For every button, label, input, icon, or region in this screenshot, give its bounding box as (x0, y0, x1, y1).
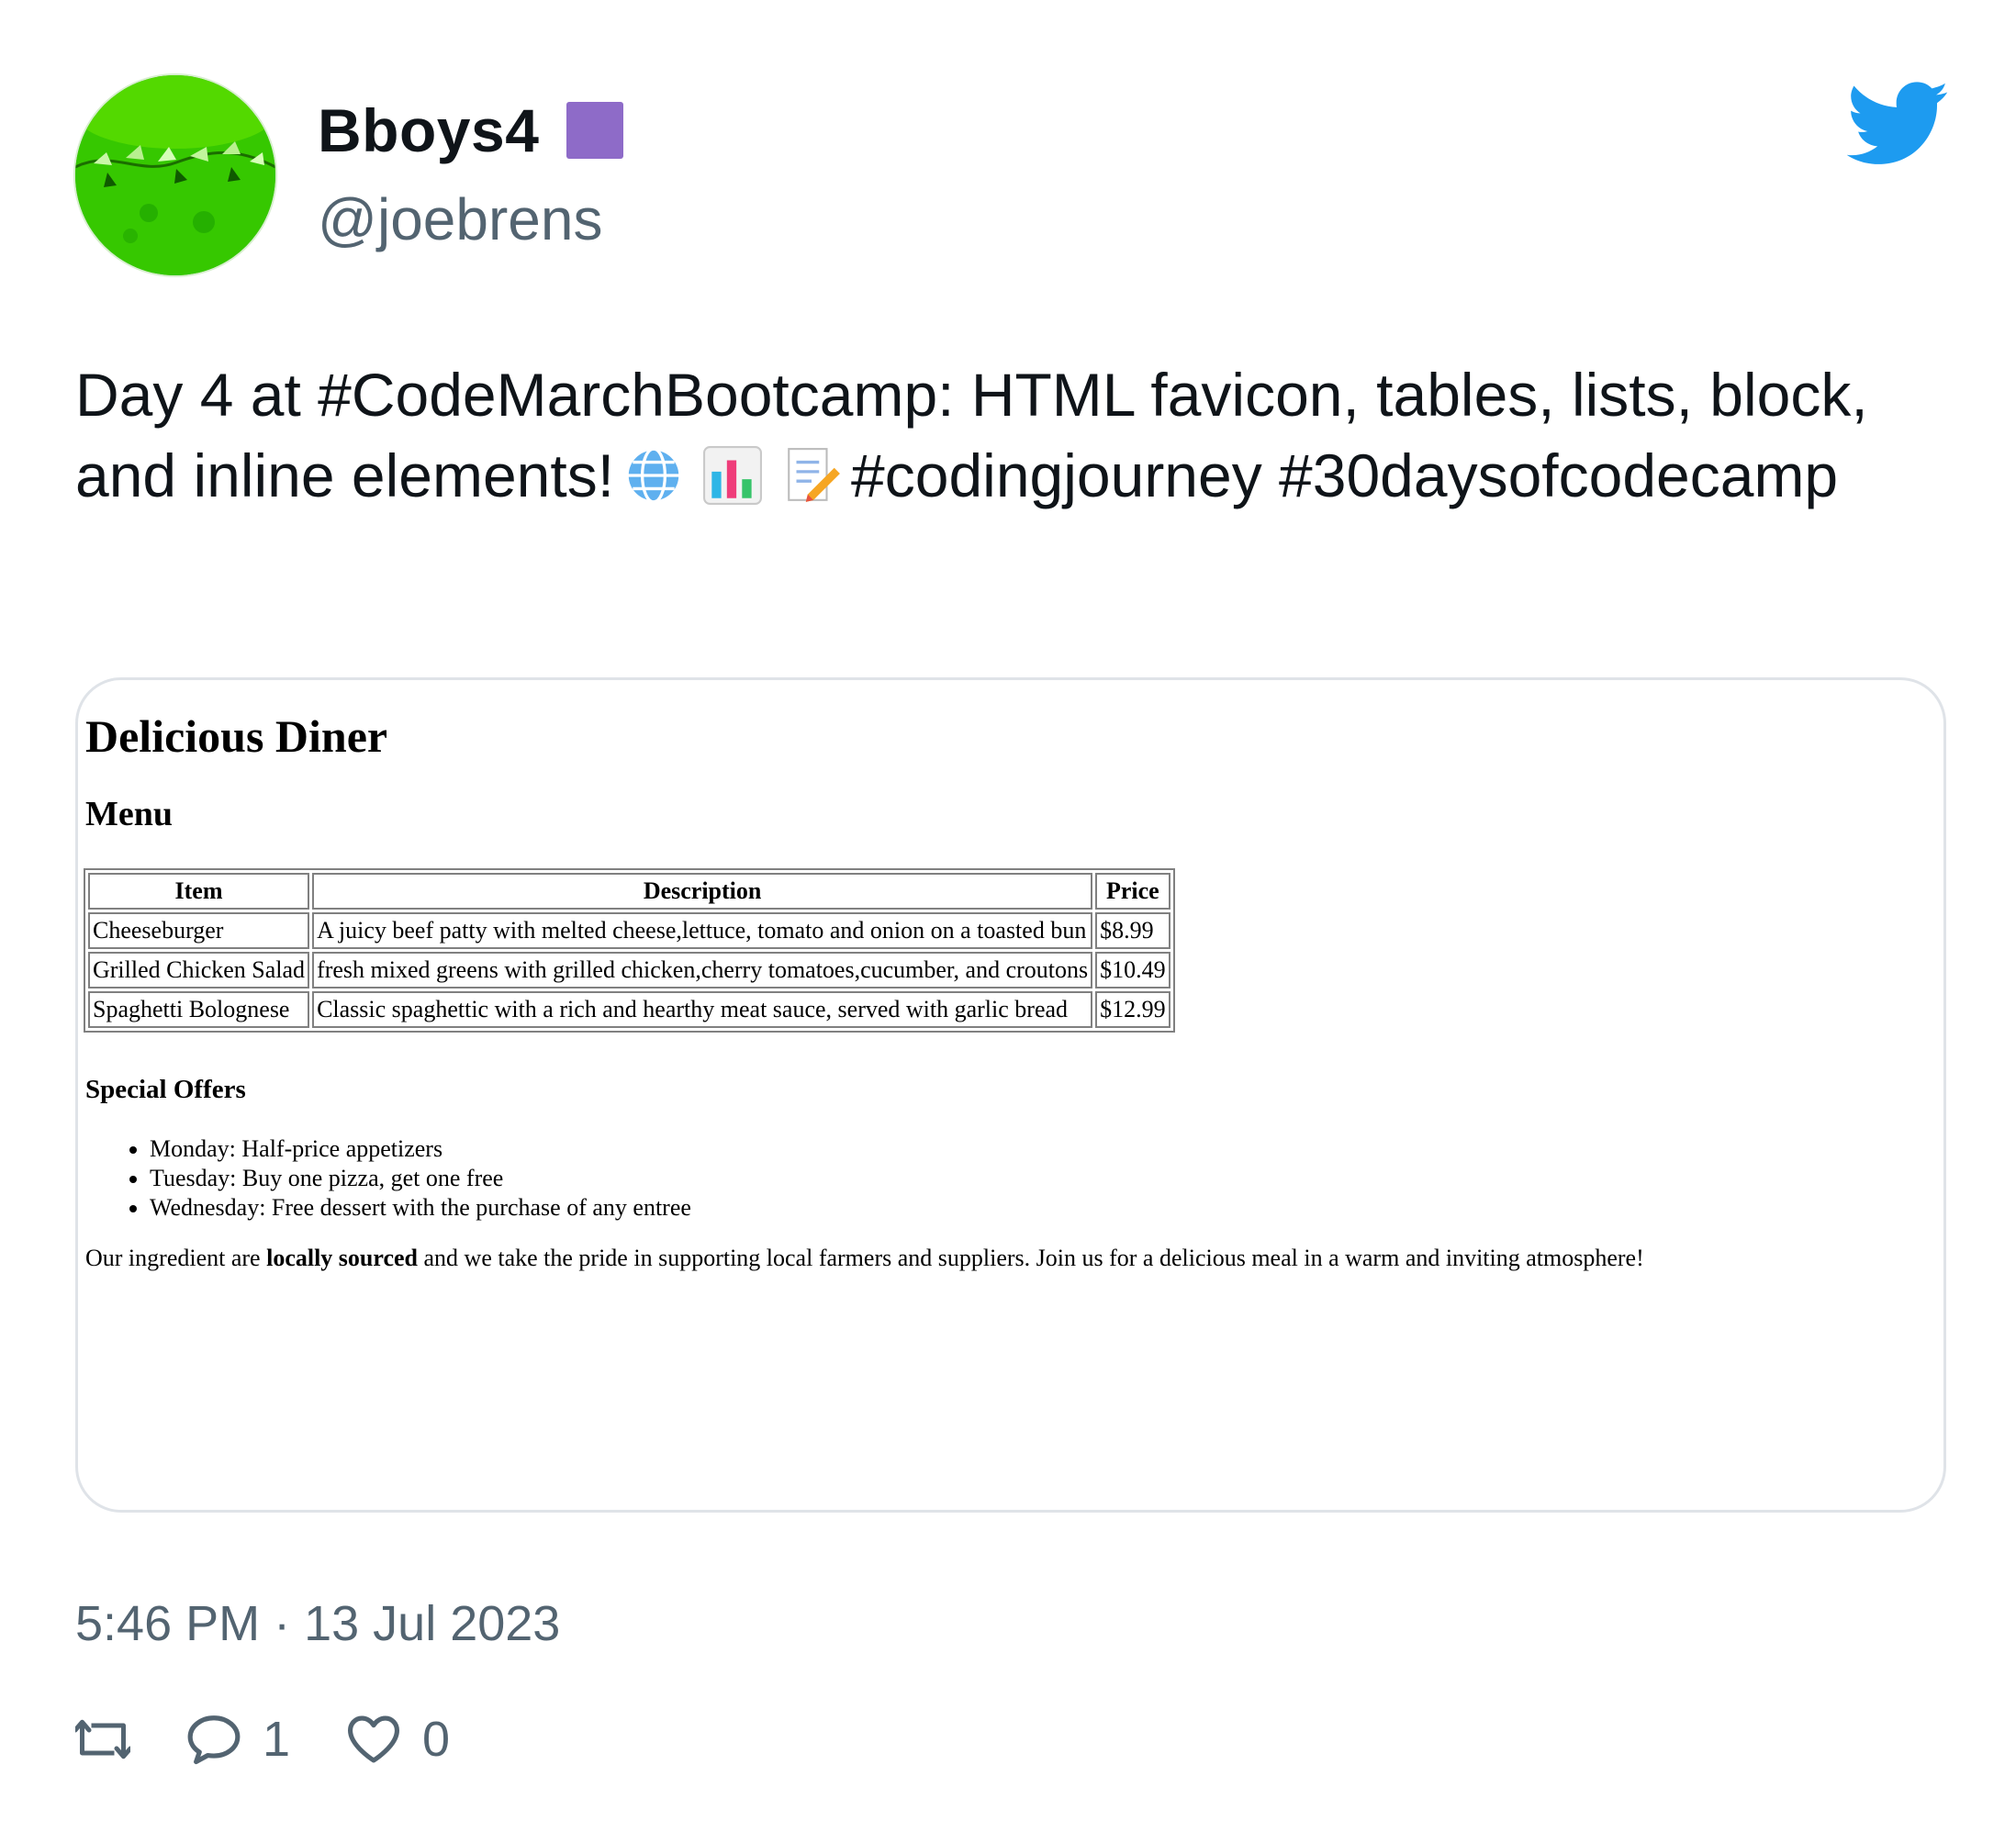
reply-icon (187, 1715, 241, 1765)
embedded-screenshot[interactable]: Delicious Diner Menu Item Description Pr… (75, 677, 1946, 1513)
reply-count: 1 (263, 1712, 291, 1767)
retweet-button[interactable] (75, 1714, 130, 1765)
cell-item: Cheeseburger (88, 912, 310, 949)
cell-item: Spaghetti Bolognese (88, 991, 310, 1028)
like-button[interactable]: 0 (345, 1711, 450, 1768)
avatar[interactable] (75, 75, 275, 275)
avatar-leaves-image (75, 75, 275, 275)
menu-table: Item Description Price Cheeseburger A ju… (84, 868, 1175, 1033)
column-header-price: Price (1095, 873, 1170, 910)
purple-square-badge (566, 102, 624, 159)
cell-price: $12.99 (1095, 991, 1170, 1028)
table-row: Spaghetti Bolognese Classic spaghettic w… (88, 991, 1170, 1028)
author-handle[interactable]: @joebrens (318, 185, 602, 253)
tweet-text: Day 4 at #CodeMarchBootcamp: HTML favico… (75, 354, 1966, 516)
cell-price: $10.49 (1095, 952, 1170, 989)
cell-description: A juicy beef patty with melted cheese,le… (312, 912, 1093, 949)
about-text-bold: locally sourced (266, 1245, 418, 1271)
memo-icon (788, 448, 840, 502)
heart-icon (348, 1715, 400, 1763)
display-name[interactable]: Bboys4 (318, 95, 539, 165)
cell-description: Classic spaghettic with a rich and heart… (312, 991, 1093, 1028)
column-header-item: Item (88, 873, 310, 910)
diner-webpage: Delicious Diner Menu Item Description Pr… (78, 680, 1943, 1510)
retweet-icon (75, 1719, 130, 1759)
list-item: Wednesday: Free dessert with the purchas… (150, 1193, 691, 1223)
tweet-card: Bboys4 @joebrens Day 4 at #CodeMarchBoot… (0, 0, 2016, 1843)
list-item: Tuesday: Buy one pizza, get one free (150, 1164, 691, 1193)
about-text-end: and we take the pride in supporting loca… (418, 1245, 1644, 1271)
tweet-hashtags[interactable]: #codingjourney #30daysofcodecamp (851, 441, 1838, 509)
table-row: Grilled Chicken Salad fresh mixed greens… (88, 952, 1170, 989)
about-text-start: Our ingredient are (85, 1245, 267, 1271)
globe-icon (625, 447, 682, 504)
twitter-bird-icon[interactable] (1847, 81, 1950, 169)
menu-heading: Menu (85, 795, 173, 833)
table-row: Cheeseburger A juicy beef patty with mel… (88, 912, 1170, 949)
special-offers-heading: Special Offers (85, 1075, 246, 1104)
author-name-row[interactable]: Bboys4 (318, 95, 624, 165)
cell-description: fresh mixed greens with grilled chicken,… (312, 952, 1093, 989)
cell-item: Grilled Chicken Salad (88, 952, 310, 989)
column-header-description: Description (312, 873, 1093, 910)
like-count: 0 (422, 1712, 451, 1767)
table-header-row: Item Description Price (88, 873, 1170, 910)
cell-price: $8.99 (1095, 912, 1170, 949)
about-paragraph: Our ingredient are locally sourced and w… (85, 1244, 1644, 1273)
reply-button[interactable]: 1 (185, 1711, 290, 1768)
bar-chart-icon (703, 446, 763, 505)
page-title: Delicious Diner (85, 710, 388, 762)
special-offers-list: Monday: Half-price appetizers Tuesday: B… (85, 1134, 691, 1223)
tweet-timestamp[interactable]: 5:46 PM · 13 Jul 2023 (75, 1595, 560, 1652)
tweet-actions: 1 0 (75, 1707, 505, 1771)
list-item: Monday: Half-price appetizers (150, 1134, 691, 1164)
